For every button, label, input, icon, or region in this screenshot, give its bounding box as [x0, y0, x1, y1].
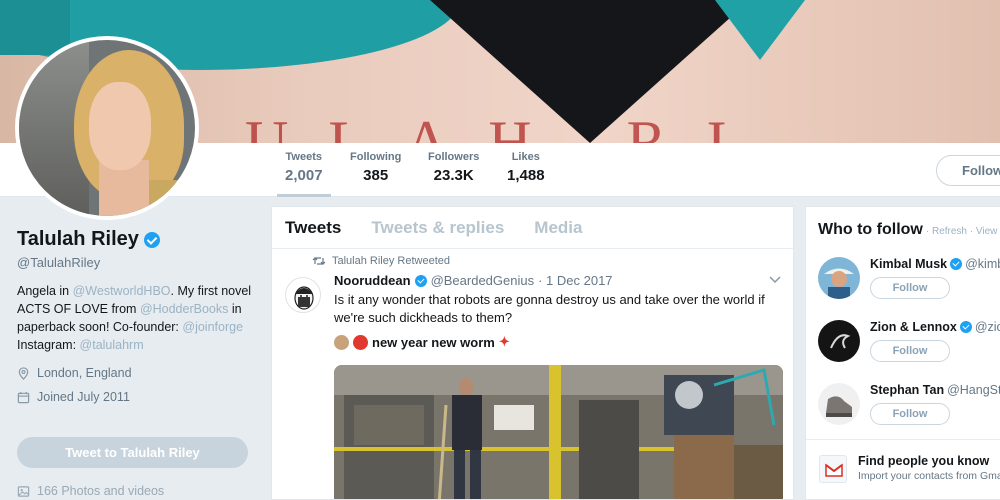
stat-value: 385 — [363, 167, 389, 184]
profile-name[interactable]: Talulah Riley — [17, 228, 139, 251]
find-people-row[interactable]: Find people you know Import your contact… — [806, 439, 1000, 499]
suggestion-handle[interactable]: @zionylennox — [975, 320, 1000, 334]
tweet-text: Is it any wonder that robots are gonna d… — [334, 292, 765, 325]
stat-tweets[interactable]: Tweets 2,007 — [277, 151, 331, 197]
party-popper-icon: ✦ — [498, 334, 510, 349]
tab-media[interactable]: Media — [534, 218, 582, 238]
tweet-header: Nooruddean @BeardedGenius · 1 Dec 2017 — [334, 273, 613, 288]
follow-button[interactable]: Follow — [870, 340, 950, 362]
bio-link[interactable]: @HodderBooks — [140, 302, 228, 316]
who-to-follow-title: Who to follow — [818, 221, 923, 238]
suggestion-name[interactable]: Stephan Tan — [870, 383, 944, 397]
verified-badge-icon — [414, 274, 427, 287]
bio-link[interactable]: @joinforge — [182, 320, 243, 334]
profile-avatar[interactable] — [15, 36, 199, 220]
stat-label: Tweets — [285, 151, 323, 163]
stat-followers[interactable]: Followers 23.3K — [428, 151, 479, 184]
stat-label: Followers — [428, 151, 480, 163]
bio-link[interactable]: @talulahrm — [80, 338, 144, 352]
profile-bio: Angela in @WestworldHBO. My first novel … — [17, 284, 252, 352]
who-to-follow-panel: Who to follow · Refresh · View all Kimba… — [805, 206, 1000, 500]
stat-following[interactable]: Following 385 — [350, 151, 401, 184]
tweet-media-video[interactable] — [334, 365, 783, 499]
stat-label: Following — [350, 151, 402, 163]
calendar-icon — [17, 391, 30, 403]
follow-button[interactable]: Follow — [936, 155, 1000, 186]
stat-likes[interactable]: Likes 1,488 — [507, 151, 545, 184]
tweet-author-avatar[interactable] — [285, 277, 321, 313]
avatar[interactable] — [818, 383, 860, 425]
suggestion-name[interactable]: Kimbal Musk — [870, 257, 947, 271]
avatar-emoji-icon — [334, 334, 349, 350]
tab-tweets-replies[interactable]: Tweets & replies — [371, 218, 504, 238]
profile-location: London, England — [17, 366, 262, 380]
suggestion-name[interactable]: Zion & Lennox — [870, 320, 957, 334]
refresh-view-all-links[interactable]: · Refresh · View all — [926, 226, 1000, 237]
follow-button[interactable]: Follow — [870, 403, 950, 425]
verified-badge-icon — [959, 321, 972, 333]
photos-videos-link[interactable]: 166 Photos and videos — [17, 484, 164, 498]
verified-badge-icon — [950, 258, 963, 270]
tweet-date[interactable]: · 1 Dec 2017 — [538, 273, 612, 288]
stat-value: 23.3K — [433, 167, 474, 184]
find-people-title[interactable]: Find people you know — [858, 454, 989, 468]
chevron-down-icon[interactable] — [768, 275, 782, 285]
location-pin-icon — [18, 366, 29, 380]
gmail-icon — [819, 455, 847, 483]
stat-label: Likes — [511, 151, 540, 163]
profile-header-card: Talulah Riley @TalulahRiley Angela in @W… — [0, 210, 262, 404]
stat-value: 2,007 — [285, 167, 323, 184]
mushroom-emoji-icon — [353, 334, 368, 350]
avatar[interactable] — [818, 320, 860, 362]
find-people-subtitle: Import your contacts from Gmail — [858, 470, 1000, 482]
profile-joined: Joined July 2011 — [17, 390, 262, 404]
tweet-author-handle[interactable]: @BeardedGenius — [431, 273, 535, 288]
follow-button[interactable]: Follow — [870, 277, 950, 299]
retweet-icon — [312, 257, 326, 265]
timeline: Tweets Tweets & replies Media Talulah Ri… — [271, 206, 794, 500]
tweet-to-button[interactable]: Tweet to Talulah Riley — [17, 437, 248, 468]
stat-value: 1,488 — [507, 167, 545, 184]
suggestion-handle[interactable]: @kimbal — [965, 257, 1000, 271]
verified-badge-icon — [143, 231, 160, 248]
photo-icon — [17, 485, 30, 497]
tweet-subtext: new year new worm ✦ — [334, 334, 510, 350]
bio-link[interactable]: @WestworldHBO — [73, 284, 171, 298]
suggestion-handle[interactable]: @HangSteph — [947, 383, 1000, 397]
profile-name-row: Talulah Riley — [17, 228, 262, 251]
profile-handle[interactable]: @TalulahRiley — [17, 255, 262, 270]
who-to-follow-header: Who to follow · Refresh · View all — [818, 221, 1000, 239]
avatar[interactable] — [818, 257, 860, 299]
tweet-author-name[interactable]: Nooruddean — [334, 273, 411, 288]
tab-tweets[interactable]: Tweets — [285, 218, 341, 238]
retweet-context: Talulah Riley Retweeted — [312, 255, 450, 267]
timeline-tabs: Tweets Tweets & replies Media — [272, 207, 793, 249]
